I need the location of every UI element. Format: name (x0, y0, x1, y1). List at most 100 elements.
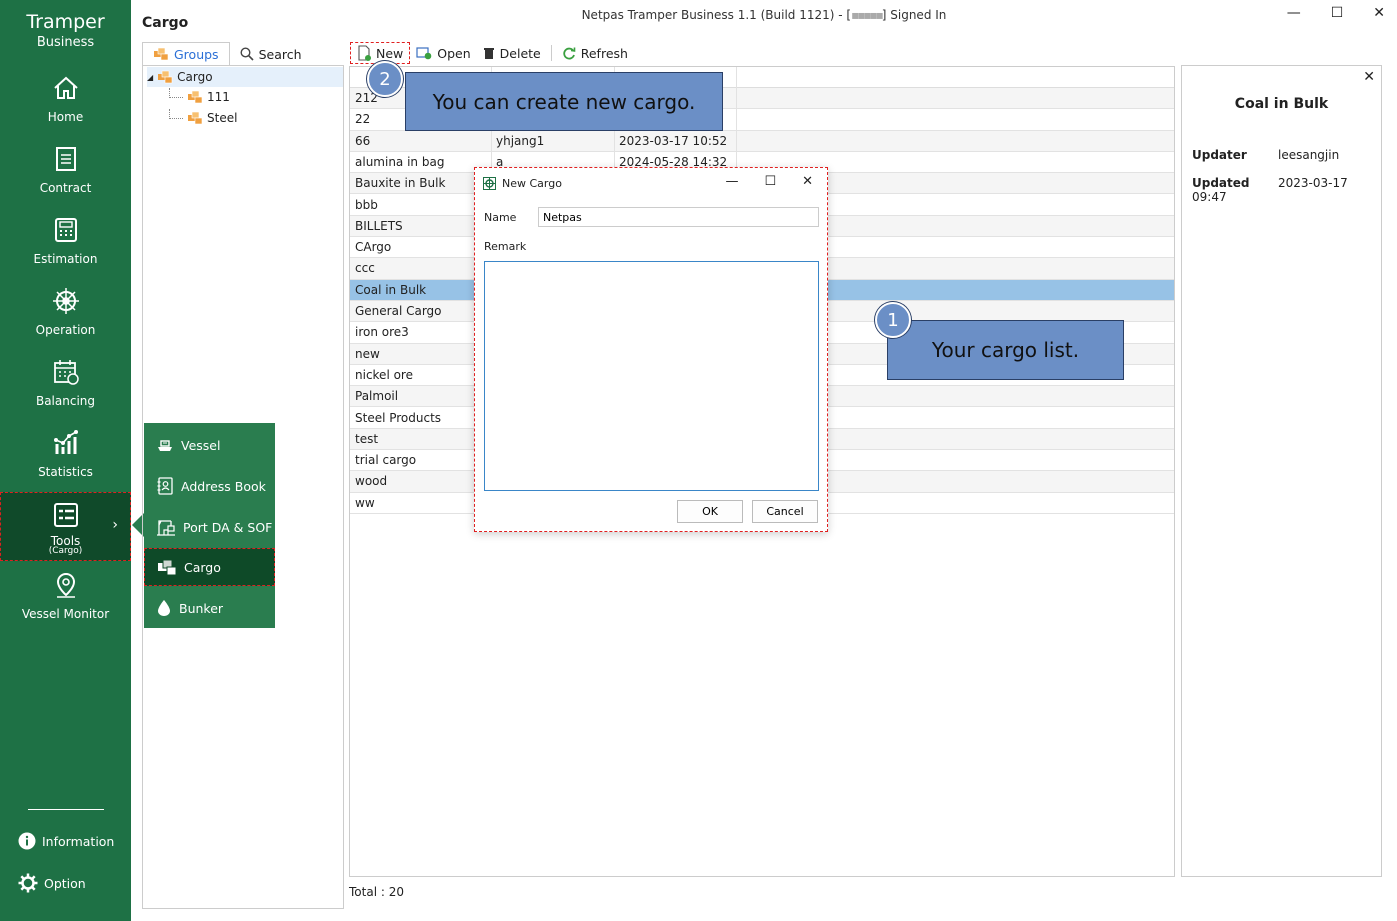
sidebar-divider (28, 809, 104, 810)
close-button[interactable]: ✕ (1373, 5, 1385, 21)
maximize-button[interactable]: ☐ (1331, 5, 1344, 21)
dialog-window-controls: — ☐ ✕ (725, 174, 813, 189)
table-cell-name: test (355, 431, 379, 446)
sidebar-item-home[interactable]: Home (0, 74, 131, 140)
name-input[interactable] (538, 207, 819, 227)
tree-node-label: Cargo (177, 70, 213, 84)
information-button[interactable]: Information (18, 832, 114, 850)
table-cell-date: 2023-03-17 10:52 (619, 133, 728, 148)
sidebar-item-label: Balancing (35, 394, 96, 408)
home-icon (53, 76, 78, 99)
table-cell-name: General Cargo (355, 304, 442, 318)
toolbar: New Open Delete Refresh (350, 42, 634, 64)
sidebar-item-label: Estimation (33, 252, 98, 266)
table-row[interactable]: 66 yhjang1 2023-03-17 10:52 (350, 130, 1174, 152)
tree-node-steel[interactable]: Steel (169, 108, 237, 128)
table-cell-name: ww (355, 495, 375, 510)
option-label: Option (44, 875, 86, 891)
badge-number: 1 (887, 309, 899, 331)
sidebar-item-statistics[interactable]: Statistics (0, 429, 131, 495)
cargo-group-icon (154, 47, 169, 61)
detail-key: Updater (1192, 148, 1247, 162)
refresh-button[interactable]: Refresh (556, 42, 634, 64)
sidebar-item-sublabel: (Cargo) (48, 546, 83, 556)
sidebar-item-contract[interactable]: Contract (0, 145, 131, 211)
location-pin-icon (56, 572, 75, 598)
table-cell-name: Palmoil (355, 389, 399, 404)
brand-line1: Tramper (26, 11, 105, 33)
ok-button[interactable]: OK (677, 500, 743, 523)
tree-expander-icon[interactable]: ◢ (147, 73, 153, 82)
remark-textarea[interactable] (484, 261, 819, 491)
information-label: Information (42, 833, 115, 849)
name-label: Name (484, 211, 517, 224)
dialog-minimize-button[interactable]: — (725, 174, 738, 189)
tree-connector (169, 109, 183, 119)
trash-icon (483, 48, 494, 59)
sidebar-item-vessel-monitor[interactable]: Vessel Monitor (0, 571, 131, 637)
calculator-icon (54, 218, 77, 242)
sidebar-item-tools[interactable]: Tools (Cargo) › (0, 492, 131, 561)
chart-icon (53, 430, 78, 454)
sidebar: Tramper Business Home Contract Estimatio… (0, 0, 131, 921)
table-cell-name: new (355, 346, 380, 361)
table-cell-name: CArgo (355, 240, 392, 255)
gear-icon (18, 873, 38, 893)
table-cell-name: Steel Products (355, 410, 442, 425)
callout-badge-2: 2 (367, 61, 403, 97)
callout-text: You can create new cargo. (432, 89, 696, 114)
delete-button[interactable]: Delete (477, 42, 547, 64)
dialog-maximize-button[interactable]: ☐ (764, 174, 776, 189)
callout-new-cargo: You can create new cargo. (405, 72, 723, 131)
callout-text: Your cargo list. (931, 338, 1080, 362)
cargo-group-icon (158, 70, 173, 84)
detail-row-updated: Updated 2023-03-17 09:47 (1192, 176, 1381, 204)
dialog-title: New Cargo (502, 177, 562, 190)
tab-groups[interactable]: Groups (142, 42, 230, 66)
open-button[interactable]: Open (410, 42, 476, 64)
table-cell-name: nickel ore (355, 367, 413, 382)
dialog-title-bar: New Cargo (483, 177, 562, 190)
option-button[interactable]: Option (18, 873, 86, 893)
tree-node-cargo[interactable]: ◢ Cargo (147, 67, 343, 87)
sidebar-item-label: Statistics (38, 465, 93, 479)
tree-connector (169, 88, 183, 98)
detail-key: Updated (1192, 176, 1250, 190)
table-cell-name: ccc (355, 261, 375, 276)
window-title-suffix: ] Signed In (881, 8, 947, 22)
sidebar-item-balancing[interactable]: Balancing (0, 358, 131, 424)
document-icon (55, 147, 76, 171)
detail-value: leesangjin (1278, 148, 1340, 162)
dialog-close-button[interactable]: ✕ (802, 174, 813, 189)
table-cell-name: Bauxite in Bulk (355, 176, 446, 191)
window-title: Netpas Tramper Business 1.1 (Build 1121)… (131, 0, 1397, 32)
new-button-label: New (376, 45, 404, 61)
callout-badge-1: 1 (875, 302, 911, 338)
window-title-text: Netpas Tramper Business 1.1 (Build 1121)… (581, 8, 852, 22)
table-cell-name: bbb (355, 197, 378, 212)
tree-node-label: 111 (207, 90, 230, 104)
search-icon (240, 47, 254, 61)
window-controls: — ☐ ✕ (1287, 5, 1385, 21)
table-cell-name: BILLETS (355, 218, 403, 233)
tree-node-111[interactable]: 111 (169, 87, 230, 107)
cancel-button[interactable]: Cancel (752, 500, 818, 523)
group-tree: ◢ Cargo 111 Steel (142, 65, 344, 909)
tools-icon (53, 503, 78, 527)
info-icon (18, 832, 36, 850)
open-icon (416, 47, 432, 60)
sidebar-item-label: Home (47, 110, 84, 124)
app-icon (483, 177, 496, 190)
tab-search[interactable]: Search (230, 42, 312, 66)
refresh-icon (563, 47, 576, 60)
minimize-button[interactable]: — (1287, 5, 1301, 21)
detail-close-button[interactable]: ✕ (1363, 69, 1375, 85)
badge-number: 2 (379, 68, 391, 90)
table-cell-name: iron ore3 (355, 325, 409, 340)
detail-title: Coal in Bulk (1234, 96, 1329, 112)
sidebar-item-label: Contract (39, 181, 92, 195)
sidebar-item-estimation[interactable]: Estimation (0, 216, 131, 282)
delete-button-label: Delete (499, 45, 541, 61)
sidebar-item-operation[interactable]: Operation (0, 287, 131, 353)
callout-cargo-list: Your cargo list. (887, 320, 1124, 380)
